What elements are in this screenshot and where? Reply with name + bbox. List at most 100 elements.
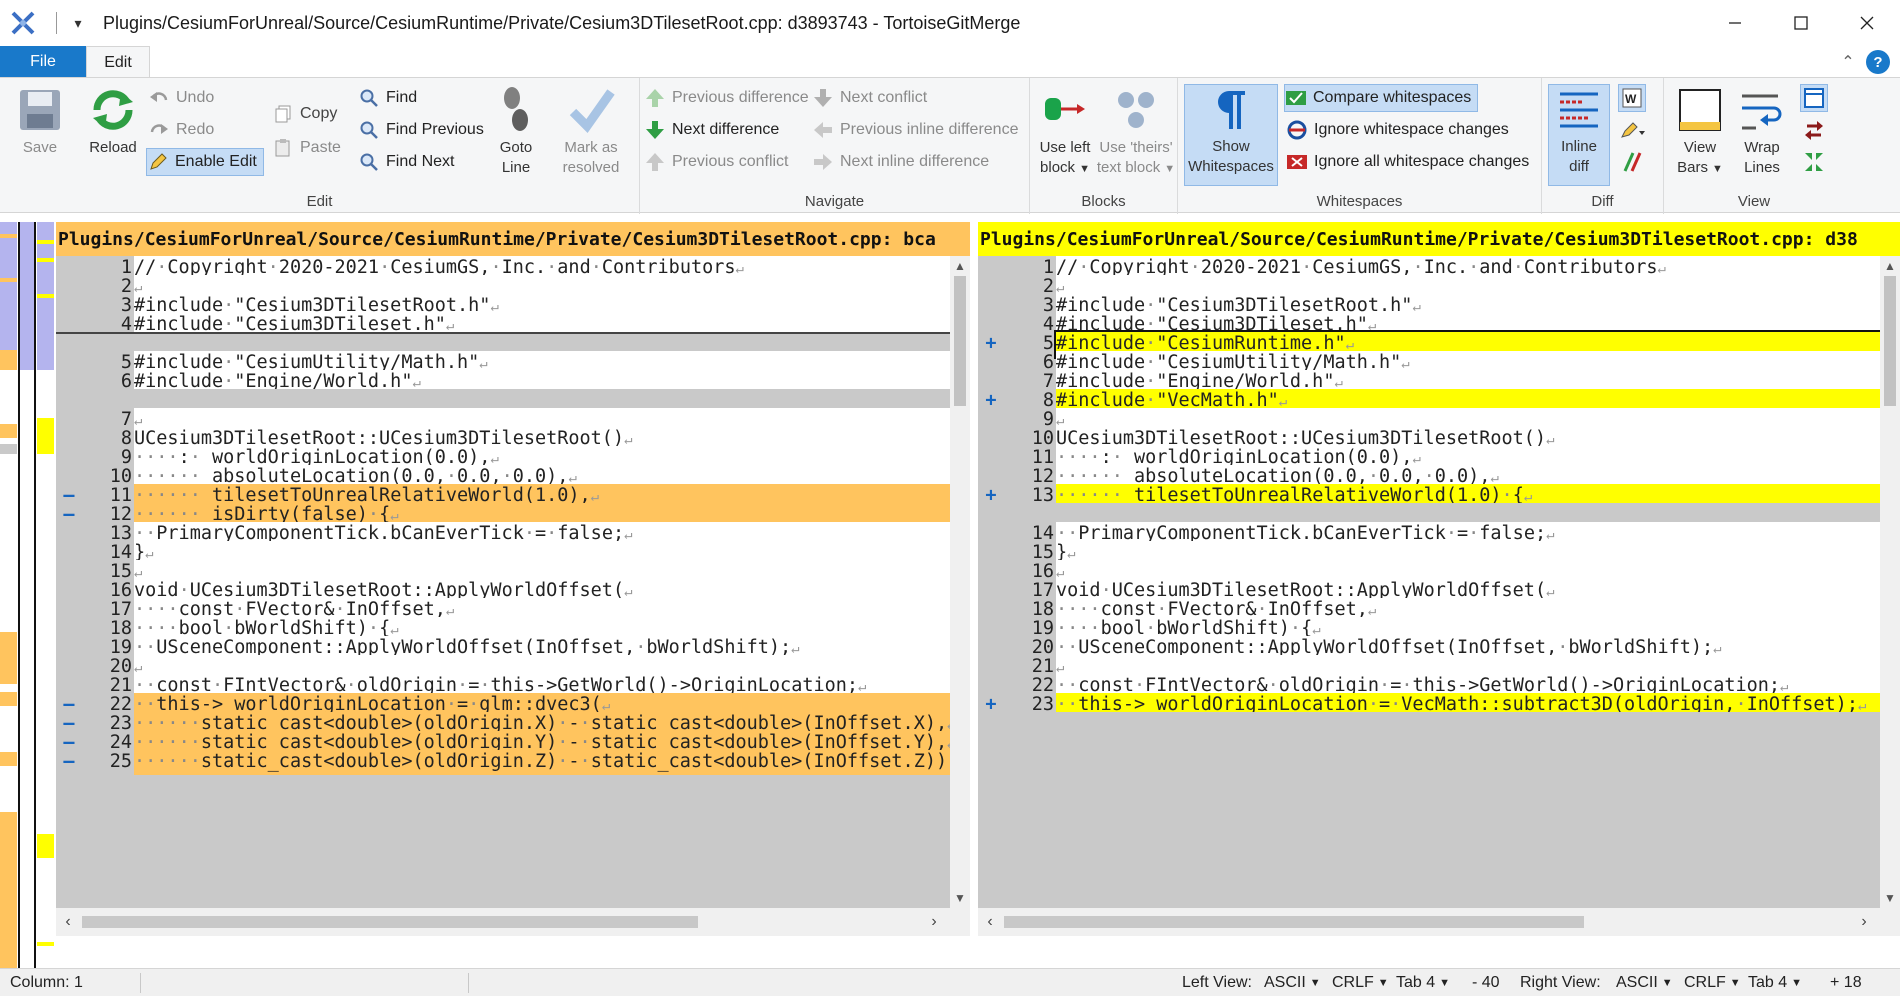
show-whitespaces-label-2: Whitespaces (1188, 158, 1274, 175)
use-left-block-icon (1041, 86, 1089, 134)
next-conflict-button[interactable]: Next conflict (812, 84, 927, 112)
undo-button[interactable]: Undo (148, 84, 214, 112)
app-icon[interactable] (0, 0, 46, 46)
right-eol-dropdown[interactable]: CRLF ▼ (1684, 969, 1741, 996)
use-left-block-button[interactable]: Use left block ▼ (1034, 86, 1096, 179)
ignore-all-whitespace-icon (1286, 151, 1308, 173)
right-pane-editor[interactable]: 1//·Copyright·2020-2021·CesiumGS,·Inc.·a… (978, 256, 1880, 908)
removed-line[interactable]: — 25 ······static_cast<double>(oldOrigin.Z… (56, 750, 950, 775)
redo-icon (148, 119, 170, 141)
status-divider (140, 973, 141, 993)
right-encoding-dropdown[interactable]: ASCII ▼ (1616, 969, 1673, 996)
split-view-icon[interactable] (1800, 84, 1828, 112)
checkmark-icon (567, 86, 615, 134)
save-button[interactable]: Save (10, 86, 70, 158)
scroll-up-icon[interactable]: ▲ (950, 256, 970, 276)
right-horizontal-scrollbar[interactable]: ‹ › (978, 908, 1900, 936)
inline-diff-label-1: Inline (1561, 138, 1597, 155)
previous-inline-difference-button[interactable]: Previous inline difference (812, 116, 1018, 144)
use-theirs-text-block-button[interactable]: Use 'theirs' text block ▼ (1096, 86, 1176, 179)
goto-line-label-2: Line (501, 159, 531, 176)
left-vertical-scroll-thumb[interactable] (954, 276, 966, 406)
left-tab-dropdown[interactable]: Tab 4 ▼ (1396, 969, 1450, 996)
wrap-lines-button[interactable]: Wrap Lines (1734, 86, 1790, 178)
right-horizontal-scroll-thumb[interactable] (1004, 916, 1584, 928)
mark-as-resolved-button[interactable]: Mark as resolved (554, 86, 628, 178)
find-label: Find (386, 89, 418, 106)
redo-button[interactable]: Redo (148, 116, 214, 144)
next-inline-difference-button[interactable]: Next inline difference (812, 148, 989, 176)
scroll-up-icon[interactable]: ▲ (1880, 256, 1900, 276)
previous-difference-button[interactable]: Previous difference (644, 84, 809, 112)
mark-as-resolved-label-1: Mark as (564, 139, 618, 156)
copy-button[interactable]: Copy (272, 100, 337, 128)
empty-line[interactable] (978, 750, 1880, 773)
scroll-down-icon[interactable]: ▼ (1880, 888, 1900, 908)
location-empty-marker (0, 444, 17, 454)
paste-icon (272, 137, 294, 159)
line-number: 25 (109, 751, 132, 772)
mark-as-resolved-label-2: resolved (562, 159, 620, 176)
find-next-label: Find Next (386, 153, 455, 170)
wrap-lines-label-2: Lines (1744, 159, 1780, 176)
ribbon-group-view: View Bars ▼ Wrap Lines View (1664, 78, 1844, 214)
tab-edit[interactable]: Edit (86, 46, 150, 78)
status-divider (468, 973, 469, 993)
inline-diff-button[interactable]: Inline diff (1548, 84, 1610, 186)
view-bars-button[interactable]: View Bars ▼ (1670, 86, 1730, 179)
previous-inline-difference-label: Previous inline difference (840, 121, 1019, 138)
tab-file[interactable]: File (0, 46, 86, 78)
left-pane-editor[interactable]: 1//·Copyright·2020-2021·CesiumGS,·Inc.·a… (56, 256, 950, 908)
location-change-marker (0, 350, 17, 370)
scroll-right-icon[interactable]: › (922, 908, 946, 936)
minimize-button[interactable] (1702, 0, 1768, 46)
close-button[interactable] (1834, 0, 1900, 46)
right-vertical-scroll-thumb[interactable] (1884, 276, 1896, 406)
maximize-button[interactable] (1768, 0, 1834, 46)
ignore-all-whitespace-changes-button[interactable]: Ignore all whitespace changes (1286, 148, 1529, 176)
collapse-sections-icon[interactable] (1800, 148, 1828, 176)
swap-views-icon[interactable] (1800, 116, 1828, 144)
marker-icon[interactable] (1618, 148, 1646, 176)
scroll-down-icon[interactable]: ▼ (950, 888, 970, 908)
show-whitespaces-label-1: Show (1212, 138, 1250, 155)
group-label-edit: Edit (306, 193, 333, 210)
next-difference-button[interactable]: Next difference (644, 116, 779, 144)
left-horizontal-scroll-thumb[interactable] (82, 916, 698, 928)
ignore-whitespace-changes-button[interactable]: Ignore whitespace changes (1286, 116, 1509, 144)
quick-access-dropdown-icon[interactable]: ▾ (67, 15, 89, 32)
find-next-button[interactable]: Find Next (358, 148, 454, 176)
left-diff-pane[interactable]: Plugins/CesiumForUnreal/Source/CesiumRun… (56, 222, 970, 936)
paste-label: Paste (300, 139, 341, 156)
goto-line-button[interactable]: Goto Line (490, 86, 542, 178)
enable-edit-button[interactable]: Enable Edit (146, 148, 264, 176)
reload-button[interactable]: Reload (80, 86, 146, 158)
show-whitespaces-button[interactable]: Show Whitespaces (1184, 84, 1278, 186)
location-change-marker (0, 424, 17, 438)
compare-whitespaces-button[interactable]: Compare whitespaces (1284, 84, 1479, 112)
group-label-whitespaces: Whitespaces (1316, 193, 1403, 210)
highlighter-dropdown-icon[interactable] (1618, 116, 1646, 144)
left-vertical-scrollbar[interactable]: ▲ ▼ (950, 256, 970, 908)
find-button[interactable]: Find (358, 84, 417, 112)
left-encoding-dropdown[interactable]: ASCII ▼ (1264, 969, 1321, 996)
scroll-right-icon[interactable]: › (1852, 908, 1876, 936)
scroll-left-icon[interactable]: ‹ (56, 908, 80, 936)
location-bar[interactable] (0, 222, 56, 972)
previous-conflict-button[interactable]: Previous conflict (644, 148, 789, 176)
collapse-ribbon-icon[interactable]: ⌃ (1836, 52, 1860, 72)
status-column: Column: 1 (10, 974, 83, 991)
right-vertical-scrollbar[interactable]: ▲ ▼ (1880, 256, 1900, 908)
left-horizontal-scrollbar[interactable]: ‹ › (56, 908, 970, 936)
location-change-marker (37, 942, 54, 946)
left-eol-dropdown[interactable]: CRLF ▼ (1332, 969, 1389, 996)
scroll-left-icon[interactable]: ‹ (978, 908, 1002, 936)
right-diff-pane[interactable]: Plugins/CesiumForUnreal/Source/CesiumRun… (978, 222, 1900, 936)
paste-button[interactable]: Paste (272, 134, 341, 162)
right-tab-dropdown[interactable]: Tab 4 ▼ (1748, 969, 1802, 996)
find-previous-button[interactable]: Find Previous (358, 116, 484, 144)
code-text[interactable]: ······static_cast<double>(oldOrigin.Z)·-… (134, 750, 950, 775)
save-label: Save (22, 139, 58, 156)
word-diff-icon[interactable]: W (1618, 84, 1646, 112)
help-icon[interactable]: ? (1866, 50, 1890, 74)
